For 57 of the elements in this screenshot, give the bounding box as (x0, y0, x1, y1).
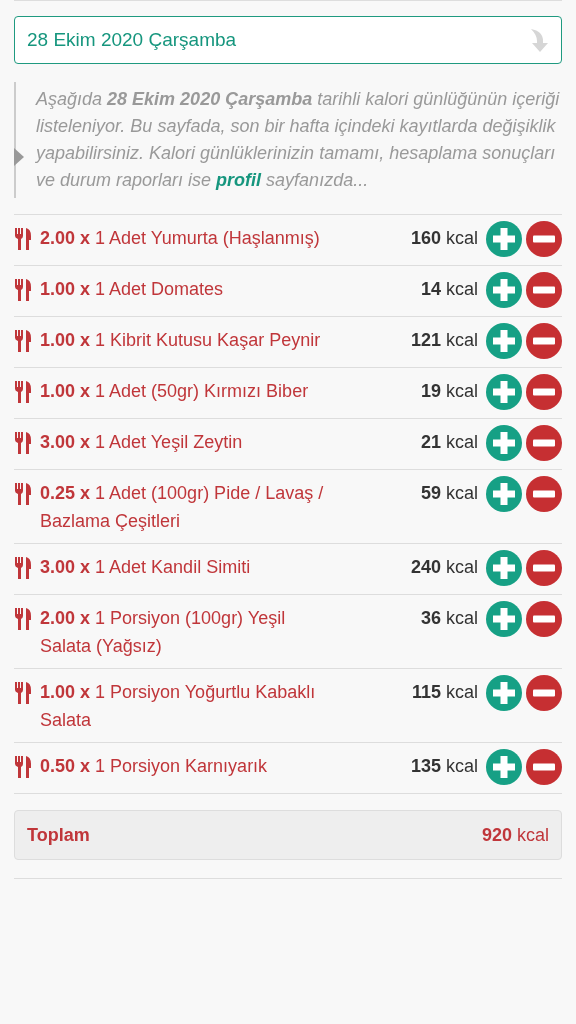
add-button[interactable] (486, 221, 522, 257)
cutlery-icon (14, 330, 32, 352)
cutlery-icon (14, 432, 32, 454)
remove-button[interactable] (526, 425, 562, 461)
calorie-value: 14 kcal (420, 278, 478, 301)
add-button[interactable] (486, 601, 522, 637)
cutlery-icon (14, 682, 32, 704)
add-button[interactable] (486, 476, 522, 512)
calorie-value: 240 kcal (410, 556, 478, 579)
cutlery-icon (14, 557, 32, 579)
add-button[interactable] (486, 425, 522, 461)
remove-button[interactable] (526, 323, 562, 359)
add-button[interactable] (486, 272, 522, 308)
calorie-value: 135 kcal (410, 755, 478, 778)
description-text: Aşağıda 28 Ekim 2020 Çarşamba tarihli kalori günlüğünün içeriği listeleniyor. Bu sayfada, son bir hafta içindeki kayıtlarda değişiklik yapabilirsiniz. Kalori günlüklerinizin tamamı, hesaplama sonuçları ve durum raporları ise profil sayfanızda... (36, 88, 561, 192)
add-button[interactable] (486, 550, 522, 586)
triangle-icon (14, 148, 24, 166)
cutlery-icon (14, 228, 32, 250)
remove-button[interactable] (526, 221, 562, 257)
add-button[interactable] (486, 675, 522, 711)
food-entry: 1.00 x 1 Adet Domates (40, 278, 225, 301)
remove-button[interactable] (526, 675, 562, 711)
calorie-value: 21 kcal (420, 431, 478, 454)
remove-button[interactable] (526, 272, 562, 308)
total-value: 920 kcal (481, 824, 549, 846)
remove-button[interactable] (526, 374, 562, 410)
calorie-value: 115 kcal (411, 681, 478, 704)
food-entry: 1.00 x 1 Porsiyon Yoğurtlu Kabaklı Salata (40, 681, 317, 732)
food-entry: 1.00 x 1 Adet (50gr) Kırmızı Biber (40, 380, 310, 403)
food-entry: 0.50 x 1 Porsiyon Karnıyarık (40, 755, 269, 778)
cutlery-icon (14, 608, 32, 630)
add-button[interactable] (486, 749, 522, 785)
calorie-value: 121 kcal (410, 329, 478, 352)
cutlery-icon (14, 381, 32, 403)
add-button[interactable] (486, 323, 522, 359)
food-entry: 3.00 x 1 Adet Yeşil Zeytin (40, 431, 244, 454)
cutlery-icon (14, 279, 32, 301)
cutlery-icon (14, 756, 32, 778)
remove-button[interactable] (526, 550, 562, 586)
food-entry: 0.25 x 1 Adet (100gr) Pide / Lavaş / Bazlama Çeşitleri (40, 482, 325, 533)
total-label: Toplam (27, 824, 90, 846)
food-entry: 3.00 x 1 Adet Kandil Simiti (40, 556, 252, 579)
calorie-value: 59 kcal (420, 482, 478, 505)
calorie-value: 160 kcal (410, 227, 478, 250)
profile-link[interactable]: profil (216, 170, 262, 190)
food-entry: 2.00 x 1 Porsiyon (100gr) Yeşil Salata (Yağsız) (40, 607, 287, 658)
food-entry: 1.00 x 1 Kibrit Kutusu Kaşar Peynir (40, 329, 322, 352)
remove-button[interactable] (526, 476, 562, 512)
calorie-value: 19 kcal (420, 380, 478, 403)
food-entry: 2.00 x 1 Adet Yumurta (Haşlanmış) (40, 227, 321, 250)
cutlery-icon (14, 483, 32, 505)
arrow-icon (529, 27, 551, 53)
remove-button[interactable] (526, 601, 562, 637)
date-select[interactable]: 28 Ekim 2020 Çarşamba (14, 16, 562, 64)
add-button[interactable] (486, 374, 522, 410)
calorie-value: 36 kcal (420, 607, 478, 630)
remove-button[interactable] (526, 749, 562, 785)
